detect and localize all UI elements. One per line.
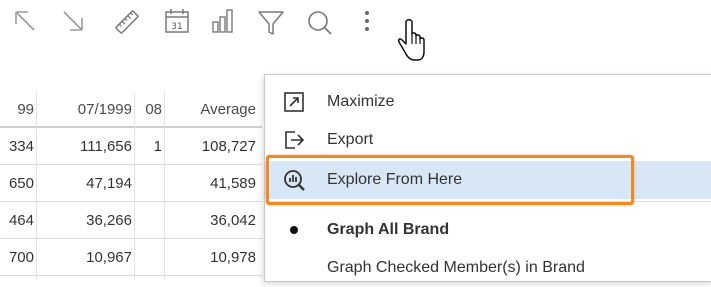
- table-cell: [136, 239, 162, 275]
- column-header-average[interactable]: Average: [166, 92, 256, 126]
- column-header[interactable]: 99: [0, 92, 34, 126]
- column-header[interactable]: 07/1999: [38, 92, 132, 126]
- menu-item-label: Maximize: [327, 93, 395, 110]
- export-icon: [283, 129, 305, 151]
- table-cell: 10,978: [210, 248, 256, 266]
- table-cell: 334: [8, 137, 34, 155]
- calendar-day: 31: [171, 22, 182, 32]
- menu-item-explore-from-here[interactable]: Explore From Here: [265, 161, 711, 199]
- table-cell: 650: [8, 174, 34, 192]
- table-cell: 47,194: [86, 174, 132, 192]
- table-cell: 464: [8, 211, 34, 229]
- table-cell: 700: [8, 248, 34, 266]
- menu-item-label: Explore From Here: [327, 171, 463, 188]
- menu-separator: [265, 201, 711, 202]
- table-cell: 41,589: [210, 174, 256, 192]
- table-cell: [136, 202, 162, 238]
- more-vertical-icon[interactable]: [352, 4, 382, 40]
- table-cell: [136, 165, 162, 201]
- table-cell: 36,266: [86, 211, 132, 229]
- context-menu: Maximize Export Explore From Here Graph …: [264, 74, 711, 282]
- bullet-icon: [283, 219, 305, 241]
- search-icon[interactable]: [304, 4, 334, 40]
- menu-item-export[interactable]: Export: [265, 121, 711, 159]
- table-cell: 10,967: [86, 248, 132, 266]
- table-cell: 1: [153, 137, 162, 155]
- calendar-icon[interactable]: 31: [162, 4, 192, 40]
- table-cell: 108,727: [201, 137, 256, 155]
- column-divider: [164, 92, 165, 280]
- table-row: 464 36,266 36,042: [0, 202, 262, 239]
- maximize-icon: [283, 91, 305, 113]
- filter-icon[interactable]: [256, 4, 286, 40]
- ruler-icon[interactable]: [112, 4, 142, 40]
- table-row: 334 111,656 1 108,727: [0, 128, 262, 165]
- data-table: 99 07/1999 08 Average 334 111,656 1 108,…: [0, 92, 262, 276]
- column-header[interactable]: 08: [136, 92, 162, 126]
- table-header-row: 99 07/1999 08 Average: [0, 92, 262, 128]
- table-cell: 36,042: [210, 211, 256, 229]
- table-row: 700 10,967 10,978: [0, 239, 262, 276]
- explore-icon: [283, 169, 305, 191]
- menu-item-graph-checked-members[interactable]: Graph Checked Member(s) in Brand: [265, 249, 711, 287]
- menu-item-label: Export: [327, 131, 374, 148]
- table-row: 650 47,194 41,589: [0, 165, 262, 202]
- menu-item-maximize[interactable]: Maximize: [265, 83, 711, 121]
- column-divider: [134, 92, 135, 280]
- menu-item-label: Graph All Brand: [327, 221, 450, 238]
- expand-arrow-icon[interactable]: [10, 4, 40, 40]
- hand-pointer-cursor-icon: [396, 8, 426, 66]
- menu-item-graph-all-brand[interactable]: Graph All Brand: [265, 211, 711, 249]
- collapse-arrow-icon[interactable]: [58, 4, 88, 40]
- table-cell: 111,656: [80, 137, 132, 155]
- bar-chart-icon[interactable]: [208, 4, 238, 40]
- menu-item-label: Graph Checked Member(s) in Brand: [327, 259, 585, 276]
- column-divider: [36, 92, 37, 280]
